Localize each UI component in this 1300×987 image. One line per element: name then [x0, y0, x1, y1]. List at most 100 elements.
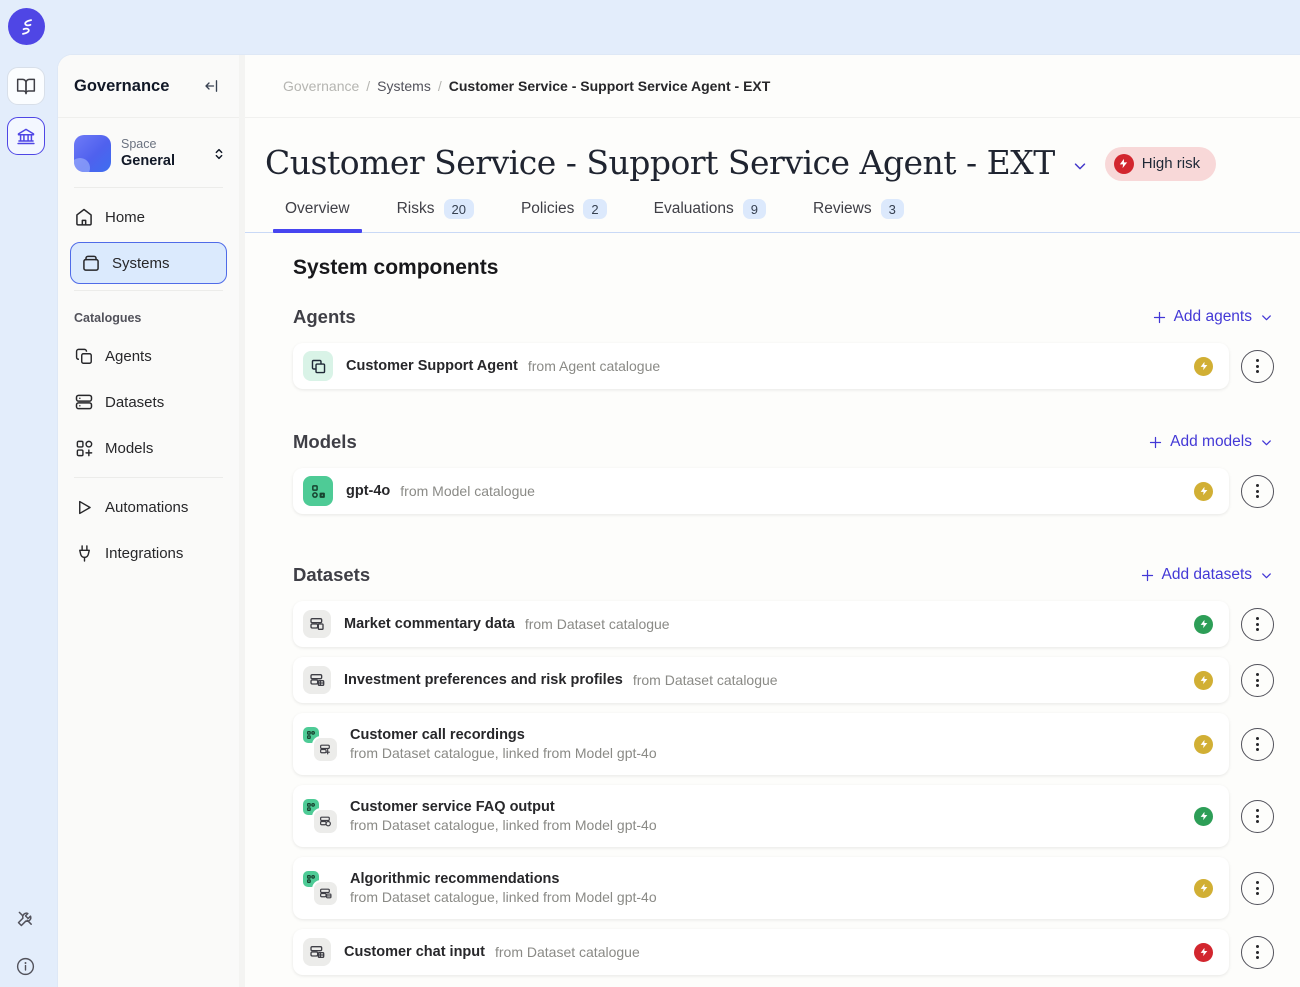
sidebar-divider — [74, 187, 223, 188]
dataset-row-wrap: Customer call recordings from Dataset ca… — [293, 713, 1274, 775]
space-name: General — [121, 152, 175, 170]
title-chevron-down-icon[interactable] — [1071, 157, 1089, 175]
chevron-down-icon — [1259, 310, 1274, 325]
list-item[interactable]: Investment preferences and risk profiles… — [293, 657, 1229, 703]
tab-label: Reviews — [813, 200, 872, 218]
breadcrumb-item-systems[interactable]: Systems — [377, 78, 431, 94]
component-source: from Dataset catalogue, linked from Mode… — [350, 817, 657, 833]
sidebar-item-label: Integrations — [105, 545, 183, 562]
sidebar-collapse-icon[interactable] — [201, 75, 223, 97]
tab-count-badge: 20 — [444, 199, 474, 219]
space-label: Space — [121, 137, 175, 153]
sidebar-catalogues: Agents Datasets — [58, 333, 239, 471]
add-models-button[interactable]: Add models — [1148, 433, 1274, 451]
datasets-section-title: Datasets — [293, 564, 370, 586]
dataset-row-wrap: Investment preferences and risk profiles… — [293, 657, 1274, 703]
app-window: Governance Space General — [0, 0, 1300, 987]
sidebar-divider — [74, 477, 223, 478]
status-bolt-icon — [1194, 357, 1213, 376]
list-item[interactable]: Market commentary data from Dataset cata… — [293, 601, 1229, 647]
linked-dataset-icon — [303, 727, 337, 761]
dataset-icon — [303, 610, 331, 638]
breadcrumb-item-current: Customer Service - Support Service Agent… — [449, 78, 771, 94]
risk-badge-label: High risk — [1142, 155, 1200, 172]
governance-bank-icon[interactable] — [7, 117, 45, 155]
row-menu-button[interactable] — [1241, 728, 1274, 761]
tab-reviews[interactable]: Reviews 3 — [813, 199, 904, 232]
list-item[interactable]: Algorithmic recommendations from Dataset… — [293, 857, 1229, 919]
list-item[interactable]: Customer chat input from Dataset catalog… — [293, 929, 1229, 975]
sidebar-item-models[interactable]: Models — [58, 425, 239, 471]
component-name: Market commentary data — [344, 616, 515, 632]
component-source: from Dataset catalogue, linked from Mode… — [350, 745, 657, 761]
datasets-icon — [74, 392, 94, 412]
sidebar-item-automations[interactable]: Automations — [58, 484, 239, 530]
sidebar-item-label: Datasets — [105, 394, 164, 411]
row-menu-button[interactable] — [1241, 872, 1274, 905]
tab-policies[interactable]: Policies 2 — [521, 199, 607, 232]
tab-label: Policies — [521, 200, 574, 218]
sidebar-item-systems[interactable]: Systems — [70, 242, 227, 284]
row-menu-button[interactable] — [1241, 936, 1274, 969]
component-source: from Dataset catalogue — [495, 944, 640, 960]
breadcrumb-separator: / — [366, 78, 370, 94]
info-icon[interactable] — [14, 955, 36, 977]
sidebar-item-home[interactable]: Home — [58, 194, 239, 240]
page-header: Customer Service - Support Service Agent… — [245, 118, 1300, 182]
space-switcher[interactable]: Space General — [74, 135, 227, 172]
add-agents-button[interactable]: Add agents — [1152, 308, 1274, 326]
component-source: from Dataset catalogue, linked from Mode… — [350, 889, 657, 905]
row-menu-button[interactable] — [1241, 350, 1274, 383]
status-bolt-icon — [1194, 615, 1213, 634]
tab-evaluations[interactable]: Evaluations 9 — [654, 199, 766, 232]
tab-risks[interactable]: Risks 20 — [397, 199, 474, 232]
sidebar-item-datasets[interactable]: Datasets — [58, 379, 239, 425]
add-agents-label: Add agents — [1174, 308, 1252, 326]
tab-overview[interactable]: Overview — [285, 199, 350, 232]
dataset-icon — [303, 666, 331, 694]
integrations-icon — [74, 543, 94, 563]
plus-icon — [1152, 310, 1167, 325]
chevron-down-icon — [1259, 435, 1274, 450]
sidebar-item-label: Models — [105, 440, 153, 457]
risk-badge[interactable]: High risk — [1105, 147, 1216, 181]
home-icon — [74, 207, 94, 227]
breadcrumb-item-governance[interactable]: Governance — [283, 78, 359, 94]
tab-content: System components Agents Add agents — [245, 233, 1300, 985]
risk-bolt-icon — [1114, 154, 1134, 174]
component-name: Algorithmic recommendations — [350, 871, 559, 887]
list-item[interactable]: Customer call recordings from Dataset ca… — [293, 713, 1229, 775]
row-menu-button[interactable] — [1241, 608, 1274, 641]
models-section-title: Models — [293, 431, 357, 453]
chevrons-up-down-icon — [211, 146, 227, 162]
brand-logo-icon[interactable] — [8, 8, 45, 45]
status-bolt-icon — [1194, 671, 1213, 690]
tab-label: Risks — [397, 200, 435, 218]
add-datasets-button[interactable]: Add datasets — [1140, 566, 1274, 584]
list-item[interactable]: Customer service FAQ output from Dataset… — [293, 785, 1229, 847]
sidebar-item-agents[interactable]: Agents — [58, 333, 239, 379]
row-menu-button[interactable] — [1241, 664, 1274, 697]
component-source: from Model catalogue — [400, 483, 535, 499]
component-source: from Dataset catalogue — [633, 672, 778, 688]
datasets-section-header: Datasets Add datasets — [293, 564, 1274, 586]
list-item[interactable]: gpt-4o from Model catalogue — [293, 468, 1229, 514]
tab-label: Overview — [285, 200, 350, 218]
row-menu-button[interactable] — [1241, 800, 1274, 833]
tools-icon[interactable] — [14, 907, 36, 929]
sidebar-tools: Automations Integrations — [58, 484, 239, 576]
sidebar-item-label: Agents — [105, 348, 152, 365]
page-title: Customer Service - Support Service Agent… — [265, 143, 1055, 182]
dataset-mini-icon — [314, 738, 337, 761]
agent-row-wrap: Customer Support Agent from Agent catalo… — [293, 343, 1274, 389]
status-bolt-icon — [1194, 807, 1213, 826]
dataset-mini-icon — [314, 810, 337, 833]
agent-icon — [303, 351, 333, 381]
sidebar-item-integrations[interactable]: Integrations — [58, 530, 239, 576]
plus-icon — [1148, 435, 1163, 450]
row-menu-button[interactable] — [1241, 475, 1274, 508]
library-book-icon[interactable] — [7, 67, 45, 105]
systems-icon — [81, 253, 101, 273]
list-item[interactable]: Customer Support Agent from Agent catalo… — [293, 343, 1229, 389]
breadcrumb-separator: / — [438, 78, 442, 94]
